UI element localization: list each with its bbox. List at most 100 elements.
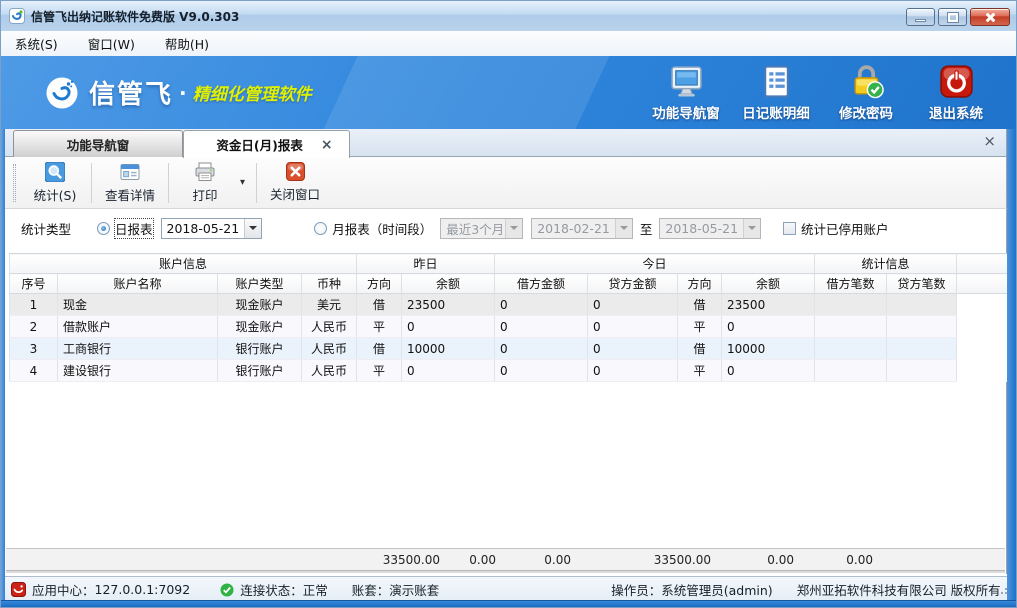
cell[interactable]: 现金账户 [218, 294, 302, 316]
cell[interactable]: 3 [10, 338, 58, 360]
menu-system[interactable]: 系统(S) [15, 34, 58, 53]
column-header[interactable]: 贷方金额 [588, 274, 678, 294]
change-password-button[interactable]: 修改密码 [828, 63, 904, 122]
maximize-button[interactable] [938, 8, 967, 26]
cell[interactable]: 人民币 [302, 316, 357, 338]
minimize-button[interactable] [906, 8, 935, 26]
cell[interactable]: 借 [678, 338, 722, 360]
cell[interactable]: 平 [678, 316, 722, 338]
group-today: 今日 [495, 254, 815, 274]
cell[interactable]: 现金账户 [218, 316, 302, 338]
cell[interactable]: 借 [678, 294, 722, 316]
cell[interactable]: 美元 [302, 294, 357, 316]
cell[interactable]: 0 [722, 316, 815, 338]
date-from-select[interactable]: 2018-02-21 [531, 218, 633, 239]
cell[interactable]: 0 [588, 338, 678, 360]
cell[interactable] [887, 360, 957, 382]
app-center-label: 应用中心： [32, 580, 95, 599]
cell[interactable]: 0 [722, 360, 815, 382]
column-header[interactable]: 账户类型 [218, 274, 302, 294]
menu-window[interactable]: 窗口(W) [88, 34, 135, 53]
cell[interactable]: 0 [495, 338, 588, 360]
cell[interactable]: 平 [357, 360, 402, 382]
connection-label: 连接状态： [240, 580, 303, 599]
tab-fund-report[interactable]: 资金日(月)报表 × [183, 130, 350, 158]
cell[interactable]: 人民币 [302, 338, 357, 360]
cell[interactable]: 2 [10, 316, 58, 338]
column-header[interactable]: 余额 [402, 274, 495, 294]
print-split-button[interactable]: 打印 ▾ [172, 158, 253, 208]
cell[interactable]: 人民币 [302, 360, 357, 382]
cell[interactable]: 4 [10, 360, 58, 382]
cell[interactable]: 0 [495, 360, 588, 382]
close-button[interactable] [970, 8, 1010, 26]
cell[interactable]: 0 [588, 294, 678, 316]
range-preset-select[interactable]: 最近3个月 [440, 218, 523, 239]
cell[interactable] [815, 338, 887, 360]
tab-nav-window[interactable]: 功能导航窗 [13, 130, 183, 157]
cell[interactable]: 银行账户 [218, 338, 302, 360]
column-header[interactable]: 方向 [357, 274, 402, 294]
table-row[interactable]: 3 工商银行 银行账户 人民币 借 10000 0 0 借 10000 [10, 338, 1009, 360]
cell[interactable]: 银行账户 [218, 360, 302, 382]
monthly-report-label[interactable]: 月报表（时间段） [332, 219, 432, 238]
stats-button[interactable]: 统计(S) [22, 158, 88, 208]
table-row[interactable]: 1 现金 现金账户 美元 借 23500 0 0 借 23500 [10, 294, 1009, 316]
date-to-select[interactable]: 2018-05-21 [659, 218, 761, 239]
cell[interactable]: 0 [588, 360, 678, 382]
cell[interactable]: 0 [402, 316, 495, 338]
cell[interactable]: 工商银行 [58, 338, 218, 360]
cell[interactable]: 平 [678, 360, 722, 382]
print-dropdown-caret-icon[interactable]: ▾ [240, 177, 245, 188]
include-disabled-accounts-label[interactable]: 统计已停用账户 [801, 219, 889, 238]
daily-report-label[interactable]: 日报表 [115, 219, 153, 238]
cell[interactable]: 23500 [722, 294, 815, 316]
menu-help[interactable]: 帮助(H) [165, 34, 209, 53]
daily-report-radio[interactable] [97, 222, 110, 235]
cell[interactable]: 0 [588, 316, 678, 338]
cell[interactable]: 借款账户 [58, 316, 218, 338]
cell[interactable]: 10000 [722, 338, 815, 360]
close-window-button[interactable]: 关闭窗口 [260, 158, 330, 207]
monthly-report-radio[interactable] [314, 222, 327, 235]
print-button[interactable]: 打印 [172, 158, 238, 208]
column-header[interactable]: 方向 [678, 274, 722, 294]
cell[interactable]: 0 [495, 316, 588, 338]
brand-separator: · [179, 81, 187, 105]
column-header[interactable]: 余额 [722, 274, 815, 294]
cell[interactable] [887, 316, 957, 338]
cell[interactable] [815, 294, 887, 316]
column-header[interactable]: 账户名称 [58, 274, 218, 294]
column-header[interactable]: 借方笔数 [815, 274, 887, 294]
column-header[interactable]: 序号 [10, 274, 58, 294]
cell[interactable] [815, 316, 887, 338]
column-header[interactable]: 币种 [302, 274, 357, 294]
journal-detail-button[interactable]: 日记账明细 [738, 63, 814, 122]
cell[interactable]: 平 [357, 316, 402, 338]
cell[interactable]: 23500 [402, 294, 495, 316]
tab-close-icon[interactable]: × [321, 138, 333, 152]
cell[interactable]: 借 [357, 338, 402, 360]
daily-date-select[interactable]: 2018-05-21 [161, 218, 263, 239]
include-disabled-accounts-checkbox[interactable] [783, 222, 796, 235]
cell[interactable]: 现金 [58, 294, 218, 316]
table-row[interactable]: 4 建设银行 银行账户 人民币 平 0 0 0 平 0 [10, 360, 1009, 382]
cell[interactable] [887, 294, 957, 316]
cell[interactable]: 借 [357, 294, 402, 316]
cell[interactable]: 建设银行 [58, 360, 218, 382]
cell[interactable]: 1 [10, 294, 58, 316]
cell[interactable] [887, 338, 957, 360]
nav-window-button[interactable]: 功能导航窗 [648, 63, 724, 122]
column-header[interactable]: 贷方笔数 [887, 274, 957, 294]
cell[interactable]: 0 [402, 360, 495, 382]
column-header[interactable]: 借方金额 [495, 274, 588, 294]
view-details-button[interactable]: 查看详情 [95, 158, 165, 208]
tabstrip-close-icon[interactable]: × [983, 134, 996, 149]
toolbar-grip[interactable] [13, 164, 16, 202]
exit-system-button[interactable]: 退出系统 [918, 63, 994, 122]
cell[interactable]: 0 [495, 294, 588, 316]
brand-slogan: 精细化管理软件 [193, 80, 312, 105]
cell[interactable] [815, 360, 887, 382]
table-row[interactable]: 2 借款账户 现金账户 人民币 平 0 0 0 平 0 [10, 316, 1009, 338]
cell[interactable]: 10000 [402, 338, 495, 360]
